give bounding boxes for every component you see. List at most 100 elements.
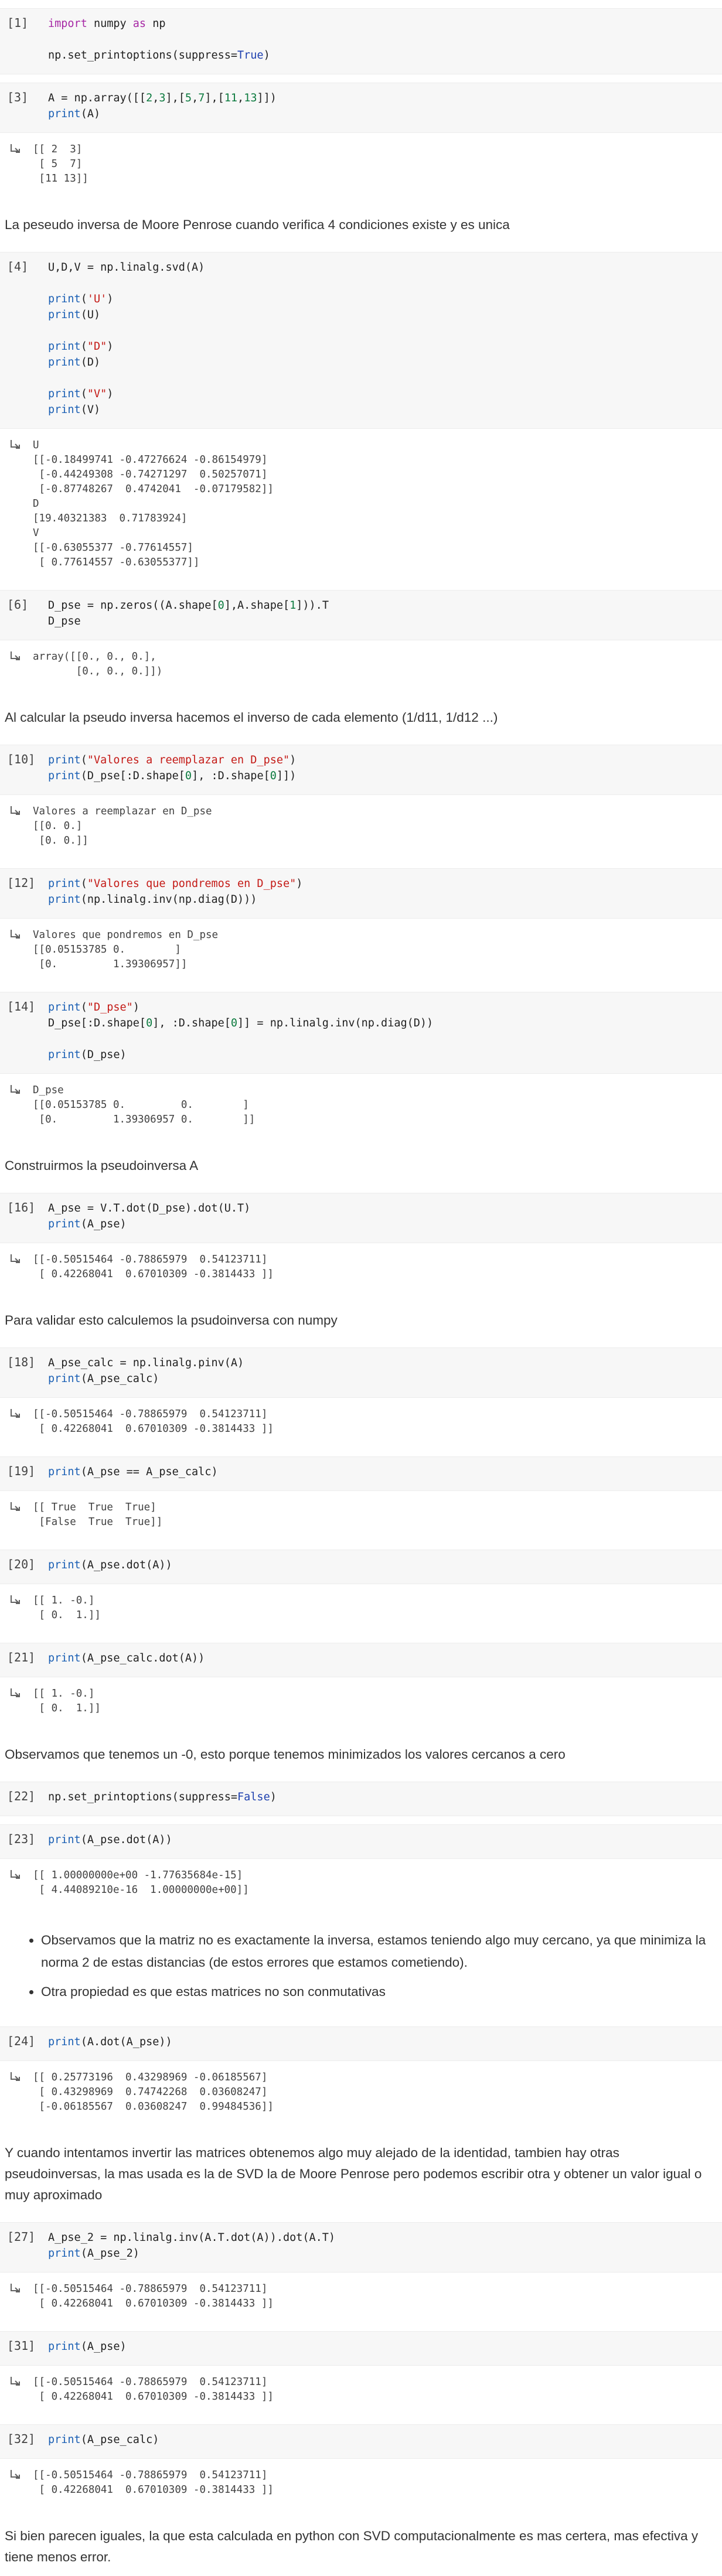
code-input[interactable]: [12] print("Valores que pondremos en D_ps… [0, 868, 722, 919]
code-input[interactable]: [10] print("Valores a reemplazar en D_pse… [0, 745, 722, 795]
output-arrow-icon[interactable] [0, 650, 33, 679]
output-arrow-icon[interactable] [0, 1594, 33, 1623]
output-arrow-icon[interactable] [0, 1687, 33, 1716]
output-arrow-icon[interactable] [0, 2282, 33, 2311]
markdown-cell: Y cuando intentamos invertir las matrice… [5, 2145, 702, 2202]
output-arrow-icon[interactable] [0, 1500, 33, 1530]
code-cell[interactable]: [24] print(A.dot(A_pse)) [[ 0.25773196 0.4… [0, 2026, 722, 2126]
code-cell[interactable]: [32] print(A_pse_calc) [[-0.50515464 -0.78… [0, 2424, 722, 2509]
code-token: 3 [159, 92, 166, 104]
code-source[interactable]: import numpy as np np.set_printoptions(s… [48, 16, 270, 63]
code-cell[interactable]: [20] print(A_pse.dot(A)) [[ 1. -0.] [ 0. 1… [0, 1550, 722, 1635]
output-arrow-icon[interactable] [0, 804, 33, 848]
code-input[interactable]: [32] print(A_pse_calc) [0, 2424, 722, 2459]
code-source[interactable]: print(A_pse.dot(A)) [48, 1832, 172, 1848]
code-cell[interactable]: [19] print(A_pse == A_pse_calc) [[ True Tr… [0, 1456, 722, 1541]
output-arrow-icon[interactable] [0, 1253, 33, 1282]
code-source[interactable]: A = np.array([[2,3],[5,7],[11,13]]) prin… [48, 90, 277, 122]
code-source[interactable]: A_pse = V.T.dot(D_pse).dot(U.T) print(A_… [48, 1200, 250, 1232]
code-input[interactable]: [1] import numpy as np np.set_printoption… [0, 8, 722, 74]
code-source[interactable]: print(A_pse_calc.dot(A)) [48, 1650, 205, 1666]
output-text: [[-0.50515464 -0.78865979 0.54123711] [ … [33, 2376, 274, 2403]
output-arrow-icon[interactable] [0, 928, 33, 972]
code-cell[interactable]: [14] print("D_pse") D_pse[:D.shape[0], :D… [0, 992, 722, 1139]
cell-output: [[ True True True] [False True True]] [0, 1491, 722, 1541]
output-arrow-icon[interactable] [0, 2468, 33, 2497]
code-source[interactable]: U,D,V = np.linalg.svd(A) print('U') prin… [48, 260, 205, 418]
code-token: , [192, 92, 199, 104]
code-cell[interactable]: [22] np.set_printoptions(suppress=False) [0, 1782, 722, 1816]
code-input[interactable]: [14] print("D_pse") D_pse[:D.shape[0], :D… [0, 992, 722, 1074]
code-token: 2 [146, 92, 153, 104]
code-input[interactable]: [19] print(A_pse == A_pse_calc) [0, 1456, 722, 1491]
code-cell[interactable]: [1] import numpy as np np.set_printoption… [0, 8, 722, 74]
code-token: print [48, 356, 81, 369]
code-cell[interactable]: [10] print("Valores a reemplazar en D_pse… [0, 745, 722, 860]
code-input[interactable]: [3] A = np.array([[2,3],[5,7],[11,13]]) p… [0, 83, 722, 133]
code-input[interactable]: [23] print(A_pse.dot(A)) [0, 1824, 722, 1859]
output-arrow-icon[interactable] [0, 2375, 33, 2404]
code-token: False [237, 1791, 270, 1803]
code-source[interactable]: A_pse_2 = np.linalg.inv(A.T.dot(A)).dot(… [48, 2230, 335, 2261]
execution-count: [23] [7, 1832, 36, 1846]
code-token: print [48, 1001, 81, 1014]
code-source[interactable]: D_pse = np.zeros((A.shape[0],A.shape[1])… [48, 598, 329, 629]
code-source[interactable]: A_pse_calc = np.linalg.pinv(A) print(A_p… [48, 1355, 244, 1387]
code-cell[interactable]: [27] A_pse_2 = np.linalg.inv(A.T.dot(A)).… [0, 2222, 722, 2323]
code-token: "Valores a reemplazar en D_pse" [87, 754, 290, 766]
code-token: (A) [80, 108, 101, 120]
code-source[interactable]: print(A_pse) [48, 2339, 127, 2355]
code-source[interactable]: print(A_pse.dot(A)) [48, 1557, 172, 1573]
output-arrow-icon[interactable] [0, 1083, 33, 1127]
code-source[interactable]: print(A_pse == A_pse_calc) [48, 1464, 218, 1480]
execution-count: [20] [7, 1557, 36, 1571]
code-token: ) [107, 293, 114, 305]
code-token: 5 [185, 92, 192, 104]
code-input[interactable]: [18] A_pse_calc = np.linalg.pinv(A) print… [0, 1347, 722, 1398]
output-arrow-icon[interactable] [0, 142, 33, 186]
code-source[interactable]: print("D_pse") D_pse[:D.shape[0], :D.sha… [48, 999, 433, 1063]
execution-count: [3] [7, 90, 29, 104]
code-input[interactable]: [22] np.set_printoptions(suppress=False) [0, 1782, 722, 1816]
code-input[interactable]: [21] print(A_pse_calc.dot(A)) [0, 1643, 722, 1677]
code-cell[interactable]: [12] print("Valores que pondremos en D_ps… [0, 868, 722, 984]
output-text: array([[0., 0., 0.], [0., 0., 0.]]) [33, 651, 163, 677]
output-arrow-icon[interactable] [0, 1407, 33, 1437]
code-input[interactable]: [4] U,D,V = np.linalg.svd(A) print('U') p… [0, 252, 722, 429]
code-cell[interactable]: [3] A = np.array([[2,3],[5,7],[11,13]]) p… [0, 83, 722, 198]
cell-output: Valores que pondremos en D_pse [[0.05153… [0, 919, 722, 984]
code-cell[interactable]: [23] print(A_pse.dot(A)) [[ 1.00000000e+00… [0, 1824, 722, 1909]
output-arrow-icon[interactable] [0, 2070, 33, 2114]
output-arrow-icon[interactable] [0, 1868, 33, 1898]
code-input[interactable]: [24] print(A.dot(A_pse)) [0, 2026, 722, 2061]
code-input[interactable]: [31] print(A_pse) [0, 2331, 722, 2366]
code-token: (D) [80, 356, 101, 369]
code-cell[interactable]: [6] D_pse = np.zeros((A.shape[0],A.shape[… [0, 590, 722, 691]
code-token: print [48, 2247, 81, 2260]
cell-output: [[-0.50515464 -0.78865979 0.54123711] [ … [0, 1243, 722, 1294]
code-cell[interactable]: [4] U,D,V = np.linalg.svd(A) print('U') p… [0, 252, 722, 582]
markdown-cell: Al calcular la pseudo inversa hacemos el… [5, 710, 498, 725]
code-token: ]] = np.linalg.inv(np.diag(D)) [237, 1017, 434, 1029]
code-input[interactable]: [16] A_pse = V.T.dot(D_pse).dot(U.T) prin… [0, 1193, 722, 1243]
code-source[interactable]: print(A.dot(A_pse)) [48, 2034, 172, 2050]
code-token: print [48, 770, 81, 782]
code-input[interactable]: [20] print(A_pse.dot(A)) [0, 1550, 722, 1584]
code-source[interactable]: print("Valores a reemplazar en D_pse") p… [48, 752, 296, 784]
code-source[interactable]: np.set_printoptions(suppress=False) [48, 1789, 277, 1805]
code-source[interactable]: print(A_pse_calc) [48, 2432, 159, 2448]
code-token: (np.linalg.inv(np.diag(D))) [80, 893, 257, 906]
code-input[interactable]: [27] A_pse_2 = np.linalg.inv(A.T.dot(A)).… [0, 2222, 722, 2273]
code-cell[interactable]: [21] print(A_pse_calc.dot(A)) [[ 1. -0.] [… [0, 1643, 722, 1728]
execution-count: [4] [7, 260, 29, 274]
code-cell[interactable]: [31] print(A_pse) [[-0.50515464 -0.7886597… [0, 2331, 722, 2416]
output-text: [[-0.50515464 -0.78865979 0.54123711] [ … [33, 1254, 274, 1280]
cell-output: [[-0.50515464 -0.78865979 0.54123711] [ … [0, 2366, 722, 2416]
code-cell[interactable]: [16] A_pse = V.T.dot(D_pse).dot(U.T) prin… [0, 1193, 722, 1294]
code-source[interactable]: print("Valores que pondremos en D_pse") … [48, 876, 302, 907]
output-text: [[-0.50515464 -0.78865979 0.54123711] [ … [33, 1408, 274, 1435]
code-cell[interactable]: [18] A_pse_calc = np.linalg.pinv(A) print… [0, 1347, 722, 1448]
code-input[interactable]: [6] D_pse = np.zeros((A.shape[0],A.shape[… [0, 590, 722, 640]
code-token: print [48, 388, 81, 400]
output-arrow-icon[interactable] [0, 438, 33, 570]
